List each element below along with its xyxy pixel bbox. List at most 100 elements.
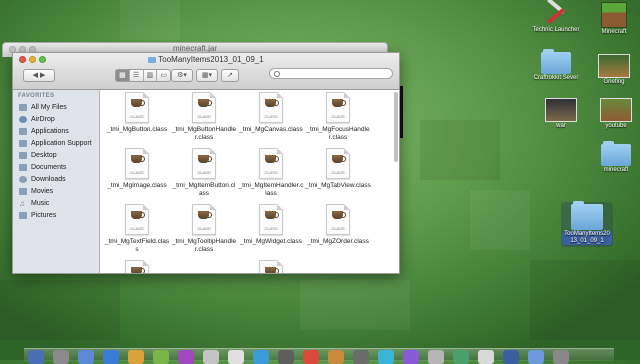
coffee-cup-icon bbox=[265, 267, 279, 273]
view-mode-buttons[interactable]: ▦ ☰ ▥ ▭ bbox=[115, 69, 171, 82]
desktop-icon-technic-launcher[interactable]: Technic Launcher bbox=[530, 0, 582, 34]
sidebar-item-music[interactable]: ♫ Music bbox=[13, 197, 99, 209]
dock-app-icon[interactable] bbox=[253, 350, 269, 364]
file-item[interactable]: CLASS _tmi_MgTooltipHandler.class bbox=[171, 204, 237, 254]
dock-app-icon[interactable] bbox=[203, 350, 219, 364]
technic-launcher-icon bbox=[542, 0, 570, 26]
folder-icon bbox=[148, 57, 157, 63]
action-gear-button[interactable]: ⚙▾ bbox=[171, 69, 193, 82]
vertical-scrollbar[interactable] bbox=[394, 92, 398, 162]
cover-flow-icon[interactable]: ▭ bbox=[157, 70, 170, 81]
desktop-icon-minecraft-folder[interactable]: minecraft bbox=[590, 141, 640, 174]
back-forward-buttons[interactable]: ◀ ▶ bbox=[23, 69, 55, 82]
file-item[interactable]: CLASS _tmi_MgItemHandler.class bbox=[238, 148, 304, 198]
file-name: _tmi_MgItemButton.class bbox=[172, 182, 236, 197]
column-view-icon[interactable]: ▥ bbox=[144, 70, 158, 81]
file-name: _tmi_MgImage.class bbox=[107, 182, 167, 189]
java-class-file-icon: CLASS bbox=[259, 148, 283, 179]
dock-app-icon[interactable] bbox=[53, 350, 69, 364]
file-name: _tmi_MgWidget.class bbox=[240, 238, 302, 245]
dock-app-icon[interactable] bbox=[503, 350, 519, 364]
folder-icon bbox=[541, 49, 571, 74]
sidebar-item-downloads[interactable]: Downloads bbox=[13, 173, 99, 185]
java-class-file-icon: CLASS bbox=[192, 92, 216, 123]
file-item[interactable]: CLASS _tmi_MgTextField.class bbox=[104, 204, 170, 254]
file-item[interactable]: CLASS _tmi_MgImage.class bbox=[104, 148, 170, 190]
window-title: TooManyItems2013_01_09_1 bbox=[158, 55, 264, 64]
desktop-texture bbox=[470, 190, 530, 250]
file-item[interactable]: CLASS _tmi_MgZOrder.class bbox=[305, 204, 371, 246]
search-input[interactable] bbox=[269, 68, 393, 79]
share-button[interactable]: ↗ bbox=[221, 69, 239, 82]
toolbar: TooManyItems2013_01_09_1 ◀ ▶ ▦ ☰ ▥ ▭ ⚙▾ … bbox=[13, 53, 399, 90]
dock-app-icon[interactable] bbox=[228, 350, 244, 364]
sidebar-item-movies[interactable]: Movies bbox=[13, 185, 99, 197]
desktop-icon-minecraft[interactable]: Minecraft bbox=[588, 2, 640, 36]
file-grid-area[interactable]: CLASS _tmi_MgButton.class CLASS _tmi_MgButt… bbox=[100, 90, 399, 273]
java-class-file-icon bbox=[125, 260, 149, 273]
java-class-file-icon: CLASS bbox=[125, 148, 149, 179]
file-name: _tmi_MgZOrder.class bbox=[307, 238, 369, 245]
music-icon: ♫ bbox=[19, 198, 25, 208]
file-name: _tmi_MgTooltipHandler.class bbox=[171, 238, 237, 253]
desktop-icon-toomanyitems[interactable]: TooManyItems2013_01_09_1 bbox=[561, 201, 613, 247]
sidebar-item-documents[interactable]: Documents bbox=[13, 161, 99, 173]
dock-app-icon[interactable] bbox=[528, 350, 544, 364]
file-item[interactable]: CLASS _tmi_MgButton.class bbox=[104, 92, 170, 134]
file-name: _tmi_MgTabView.class bbox=[305, 182, 371, 189]
dock-app-icon[interactable] bbox=[128, 350, 144, 364]
file-item[interactable]: CLASS _tmi_MgFocusHandler.class bbox=[305, 92, 371, 142]
dock-app-icon[interactable] bbox=[553, 350, 569, 364]
file-name: _tmi_MgButtonHandler.class bbox=[171, 126, 237, 141]
dock-app-icon[interactable] bbox=[278, 350, 294, 364]
search-icon bbox=[274, 71, 280, 77]
dock-app-icon[interactable] bbox=[103, 350, 119, 364]
sidebar-item-applications[interactable]: Applications bbox=[13, 125, 99, 137]
file-item[interactable]: CLASS _tmi_MgTabView.class bbox=[305, 148, 371, 190]
dock-app-icon[interactable] bbox=[353, 350, 369, 364]
dock-app-icon[interactable] bbox=[78, 350, 94, 364]
coffee-cup-icon bbox=[198, 99, 212, 107]
sidebar-item-application-support[interactable]: Application Support bbox=[13, 137, 99, 149]
java-class-file-icon: CLASS bbox=[192, 148, 216, 179]
sidebar-item-all-my-files[interactable]: All My Files bbox=[13, 101, 99, 113]
desktop-icon-war[interactable]: war bbox=[535, 98, 587, 130]
folder-icon bbox=[601, 141, 631, 166]
coffee-cup-icon bbox=[131, 211, 145, 219]
dock-app-icon[interactable] bbox=[178, 350, 194, 364]
file-item-partial[interactable] bbox=[238, 260, 304, 273]
dock-app-icon[interactable] bbox=[453, 350, 469, 364]
desktop-icon-craftrokkit-sever[interactable]: Craftrokkit Sever bbox=[530, 49, 582, 82]
sidebar-item-airdrop[interactable]: AirDrop bbox=[13, 113, 99, 125]
coffee-cup-icon bbox=[332, 99, 346, 107]
list-view-icon[interactable]: ☰ bbox=[130, 70, 144, 81]
file-item[interactable]: CLASS _tmi_MgItemButton.class bbox=[171, 148, 237, 198]
file-item[interactable]: CLASS _tmi_MgCanvas.class bbox=[238, 92, 304, 134]
file-item-partial[interactable] bbox=[104, 260, 170, 273]
desktop-texture bbox=[420, 120, 500, 180]
finder-window[interactable]: TooManyItems2013_01_09_1 ◀ ▶ ▦ ☰ ▥ ▭ ⚙▾ … bbox=[12, 52, 400, 274]
arrange-button[interactable]: ▦▾ bbox=[196, 69, 218, 82]
coffee-cup-icon bbox=[131, 99, 145, 107]
dock-app-icon[interactable] bbox=[378, 350, 394, 364]
file-item[interactable]: CLASS _tmi_MgButtonHandler.class bbox=[171, 92, 237, 142]
coffee-cup-icon bbox=[131, 267, 145, 273]
pictures-icon bbox=[19, 211, 27, 219]
desktop-icon bbox=[19, 151, 27, 159]
dock-app-icon[interactable] bbox=[28, 350, 44, 364]
desktop-icon-youtube[interactable]: youtube bbox=[590, 98, 640, 130]
dock-app-icon[interactable] bbox=[428, 350, 444, 364]
file-name: _tmi_MgCanvas.class bbox=[239, 126, 303, 133]
sidebar-item-desktop[interactable]: Desktop bbox=[13, 149, 99, 161]
desktop-icon-griefing[interactable]: Griefing bbox=[588, 54, 640, 86]
icon-view-icon[interactable]: ▦ bbox=[116, 70, 130, 81]
dock-app-icon[interactable] bbox=[478, 350, 494, 364]
dock-app-icon[interactable] bbox=[328, 350, 344, 364]
folder-icon bbox=[571, 201, 603, 230]
dock-app-icon[interactable] bbox=[303, 350, 319, 364]
dock-app-icon[interactable] bbox=[403, 350, 419, 364]
dock-app-icon[interactable] bbox=[153, 350, 169, 364]
minecraft-icon bbox=[601, 2, 627, 28]
file-item[interactable]: CLASS _tmi_MgWidget.class bbox=[238, 204, 304, 246]
sidebar-item-pictures[interactable]: Pictures bbox=[13, 209, 99, 221]
